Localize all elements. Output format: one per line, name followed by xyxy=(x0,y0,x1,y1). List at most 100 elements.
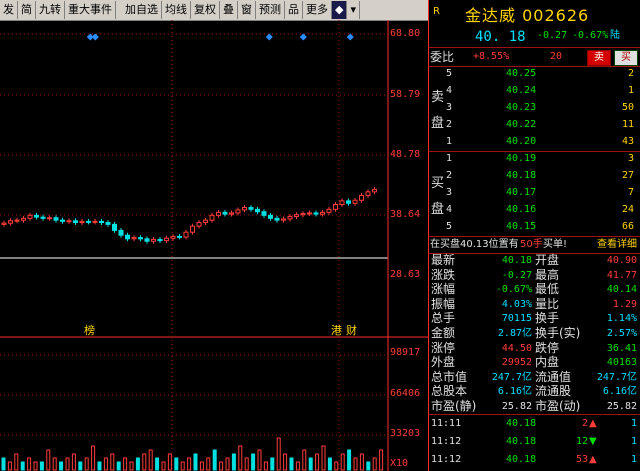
candle-body xyxy=(8,220,13,224)
stat-row: 总市值 247.7亿 流通值 247.7亿 xyxy=(429,370,640,385)
order-volume: 2 xyxy=(627,68,634,79)
buy-order-row[interactable]: 5 40.15 66 xyxy=(429,218,640,236)
r-mark: R xyxy=(433,6,440,17)
notice-suffix: 买单! xyxy=(543,239,568,250)
stat-value: 70115 xyxy=(501,313,532,325)
volume-axis-label: 66406 xyxy=(390,388,421,399)
volume-bar xyxy=(129,461,134,471)
volume-bar xyxy=(251,453,256,471)
stat-label: 振幅 xyxy=(431,296,456,311)
volume-bar xyxy=(174,457,179,471)
stat-label: 涨跌 xyxy=(431,267,456,282)
sell-order-row[interactable]: 4 40.24 1 xyxy=(429,82,640,100)
stat-value: 2.57% xyxy=(606,328,637,339)
event-marker[interactable]: 榜 xyxy=(84,322,95,338)
quote-panel: R 金达威 002626 40. 18 -0.27 -0.67% 陆 委比 +8… xyxy=(429,0,640,471)
tick-price: 40.18 xyxy=(506,454,537,465)
event-marker[interactable]: 财 xyxy=(346,322,357,338)
candle-body xyxy=(320,211,325,215)
order-level: 4 xyxy=(446,204,453,215)
volume-bar xyxy=(1,457,6,471)
stat-value: 25.82 xyxy=(606,401,637,412)
stat-label: 总手 xyxy=(431,311,456,326)
volume-bar xyxy=(270,457,275,471)
volume-bar xyxy=(308,457,313,471)
tick-time: 11:12 xyxy=(431,436,462,447)
stat-label: 最高 xyxy=(535,267,560,282)
tick-price: 40.18 xyxy=(506,436,537,447)
order-price: 40.24 xyxy=(506,85,537,96)
volume-bar xyxy=(97,461,102,471)
candle-body xyxy=(203,219,208,224)
stat-label: 量比 xyxy=(535,296,560,311)
buy-order-row[interactable]: 3 40.17 7 xyxy=(429,184,640,202)
webi-label: 委比 xyxy=(430,50,455,64)
candle-body xyxy=(372,188,377,193)
candle-body xyxy=(138,237,143,240)
candle-body xyxy=(131,237,137,240)
order-level: 2 xyxy=(446,170,453,181)
volume-bar xyxy=(110,453,115,471)
candle-body xyxy=(86,220,91,223)
volume-bar xyxy=(123,457,128,471)
stock-title: 金达威 002626 xyxy=(465,2,589,26)
event-marker[interactable]: 港 xyxy=(331,322,342,338)
candle-body xyxy=(326,208,332,213)
candle-body xyxy=(255,208,260,213)
volume-axis-label: 98917 xyxy=(390,347,421,358)
sell-button[interactable]: 卖 xyxy=(587,50,611,66)
candle-body xyxy=(170,235,176,239)
volume-bar xyxy=(103,457,108,471)
candle-body xyxy=(14,219,20,222)
candle-body xyxy=(365,191,371,196)
order-level: 5 xyxy=(446,221,453,232)
volume-bar xyxy=(142,453,147,471)
stat-value: 40163 xyxy=(606,357,637,369)
stat-value: 40.18 xyxy=(501,255,532,266)
volume-bar xyxy=(231,453,236,471)
price-axis-label: 68.80 xyxy=(390,28,421,39)
event-diamond-icon xyxy=(346,33,354,41)
stock-code: 002626 xyxy=(522,6,590,25)
notice-detail-link[interactable]: 查看详细 xyxy=(597,236,637,254)
volume-bar xyxy=(193,453,198,471)
up-arrow-icon: ▲ xyxy=(589,454,597,465)
buy-order-row[interactable]: 2 40.18 27 xyxy=(429,167,640,185)
stat-value: 40.14 xyxy=(606,284,637,296)
stat-label: 总市值 xyxy=(431,369,468,384)
price-row: 40. 18 -0.27 -0.67% 陆 xyxy=(429,27,640,45)
candle-body xyxy=(21,217,26,221)
candle-body xyxy=(209,214,215,221)
candle-body xyxy=(125,234,130,240)
stat-value: 1.29 xyxy=(612,298,637,310)
volume-bar xyxy=(14,453,19,471)
kline-chart[interactable] xyxy=(0,0,428,471)
candle-body xyxy=(261,211,267,216)
sell-order-row[interactable]: 5 40.25 2 xyxy=(429,65,640,83)
stat-value: 4.03% xyxy=(501,298,532,310)
kline-chart-area[interactable]: 发简九转 重大事件 加自选 均线 复权叠窗预测品更多 ◆ ▾ 68.80 58.79 48.… xyxy=(0,0,428,471)
stat-value: 1.14% xyxy=(606,313,637,325)
sell-order-row[interactable]: 2 40.22 11 xyxy=(429,116,640,134)
volume-bar xyxy=(263,461,268,471)
order-price: 40.25 xyxy=(506,68,537,79)
tick-volume: 12 xyxy=(575,436,588,447)
sell-order-row[interactable]: 3 40.23 50 xyxy=(429,99,640,117)
volume-bar xyxy=(321,445,326,471)
buy-order-row[interactable]: 1 40.19 3 xyxy=(429,150,640,168)
buy-button[interactable]: 买 xyxy=(614,50,638,66)
volume-bar xyxy=(33,461,38,471)
candle-body xyxy=(333,203,338,210)
tick-time: 11:12 xyxy=(431,454,462,465)
stat-value: 2.87亿 xyxy=(497,328,532,339)
order-level: 3 xyxy=(446,187,453,198)
candle-body xyxy=(235,209,241,214)
sell-order-row[interactable]: 1 40.20 43 xyxy=(429,133,640,151)
stat-label: 市盈(静) xyxy=(431,399,477,413)
buy-order-row[interactable]: 4 40.16 24 xyxy=(429,201,640,219)
price-axis-label: 58.79 xyxy=(390,89,421,100)
stat-label: 流通值 xyxy=(535,369,572,384)
order-level: 2 xyxy=(446,119,453,130)
webi-value: +8.55% xyxy=(473,51,510,62)
order-notice: 在买盘40.13位置有 50手 买单! 查看详细 xyxy=(429,236,640,254)
